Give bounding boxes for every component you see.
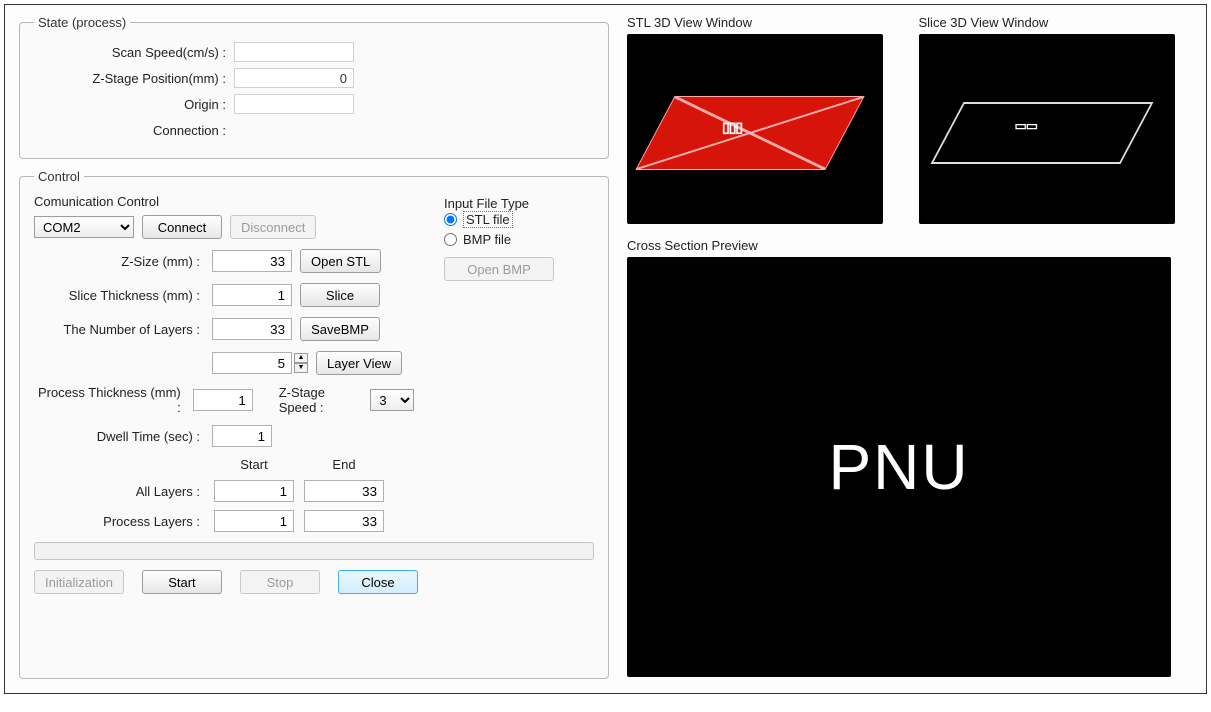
right-column: STL 3D View Window ▯▯▯ Slice 3D View Win… <box>627 15 1192 679</box>
dwell-time-label: Dwell Time (sec) : <box>34 429 204 444</box>
save-bmp-button[interactable]: SaveBMP <box>300 317 380 341</box>
slice-thickness-label: Slice Thickness (mm) : <box>34 288 204 303</box>
slice-button[interactable]: Slice <box>300 283 380 307</box>
state-legend: State (process) <box>34 15 130 30</box>
process-thickness-label: Process Thickness (mm) : <box>34 385 185 415</box>
z-stage-pos-value: 0 <box>234 68 354 88</box>
open-bmp-button: Open BMP <box>444 257 554 281</box>
num-layers-label: The Number of Layers : <box>34 322 204 337</box>
control-group: Control Comunication Control COM2 Connec… <box>19 169 609 679</box>
stl-file-radio[interactable] <box>444 213 457 226</box>
process-layers-label: Process Layers : <box>34 514 204 529</box>
layer-view-button[interactable]: Layer View <box>316 351 402 375</box>
progress-bar <box>34 542 594 560</box>
stl-3d-viewport[interactable]: ▯▯▯ <box>627 34 883 224</box>
open-stl-button[interactable]: Open STL <box>300 249 381 273</box>
z-size-input[interactable] <box>212 250 292 272</box>
close-button[interactable]: Close <box>338 570 418 594</box>
z-stage-speed-label: Z-Stage Speed : <box>279 385 363 415</box>
connection-value <box>234 120 354 140</box>
layer-index-up[interactable]: ▲ <box>294 353 308 363</box>
cross-section-text: PNU <box>828 430 969 504</box>
state-group: State (process) Scan Speed(cm/s) : Z-Sta… <box>19 15 609 159</box>
input-file-type-title: Input File Type <box>444 196 594 211</box>
control-legend: Control <box>34 169 84 184</box>
stl-model-glyph: ▯▯▯ <box>722 119 772 145</box>
comm-control-title: Comunication Control <box>34 194 414 209</box>
process-layers-end-input[interactable] <box>304 510 384 532</box>
end-column-header: End <box>304 457 384 472</box>
z-stage-pos-label: Z-Stage Position(mm) : <box>34 71 234 86</box>
start-button[interactable]: Start <box>142 570 222 594</box>
slice-plane-icon <box>930 102 1153 164</box>
slice-model-glyph: ▭▭ <box>1015 118 1038 134</box>
dwell-time-input[interactable] <box>212 425 272 447</box>
z-stage-speed-select[interactable]: 3 <box>370 389 414 411</box>
stop-button: Stop <box>240 570 320 594</box>
scan-speed-label: Scan Speed(cm/s) : <box>34 45 234 60</box>
start-column-header: Start <box>214 457 294 472</box>
cross-section-viewport[interactable]: PNU <box>627 257 1171 677</box>
com-port-select[interactable]: COM2 <box>34 216 134 238</box>
all-layers-start-input[interactable] <box>214 480 294 502</box>
cross-section-title: Cross Section Preview <box>627 238 1192 253</box>
stl-file-label: STL file <box>463 211 513 228</box>
origin-value <box>234 94 354 114</box>
process-thickness-input[interactable] <box>193 389 253 411</box>
slice-thickness-input[interactable] <box>212 284 292 306</box>
left-column: State (process) Scan Speed(cm/s) : Z-Sta… <box>19 15 609 679</box>
connection-label: Connection : <box>34 123 234 138</box>
num-layers-input[interactable] <box>212 318 292 340</box>
all-layers-end-input[interactable] <box>304 480 384 502</box>
process-layers-start-input[interactable] <box>214 510 294 532</box>
origin-label: Origin : <box>34 97 234 112</box>
all-layers-label: All Layers : <box>34 484 204 499</box>
layer-index-input[interactable] <box>212 352 292 374</box>
stl-view-title: STL 3D View Window <box>627 15 901 30</box>
disconnect-button: Disconnect <box>230 215 316 239</box>
connect-button[interactable]: Connect <box>142 215 222 239</box>
layer-index-down[interactable]: ▼ <box>294 363 308 373</box>
bmp-file-radio-row: BMP file <box>444 232 594 247</box>
stl-file-radio-row: STL file <box>444 211 594 228</box>
slice-3d-viewport[interactable]: ▭▭ <box>919 34 1175 224</box>
app-frame: State (process) Scan Speed(cm/s) : Z-Sta… <box>4 4 1207 694</box>
scan-speed-value <box>234 42 354 62</box>
z-size-label: Z-Size (mm) : <box>34 254 204 269</box>
bmp-file-radio[interactable] <box>444 233 457 246</box>
initialization-button: Initialization <box>34 570 124 594</box>
bmp-file-label: BMP file <box>463 232 511 247</box>
slice-view-title: Slice 3D View Window <box>919 15 1193 30</box>
